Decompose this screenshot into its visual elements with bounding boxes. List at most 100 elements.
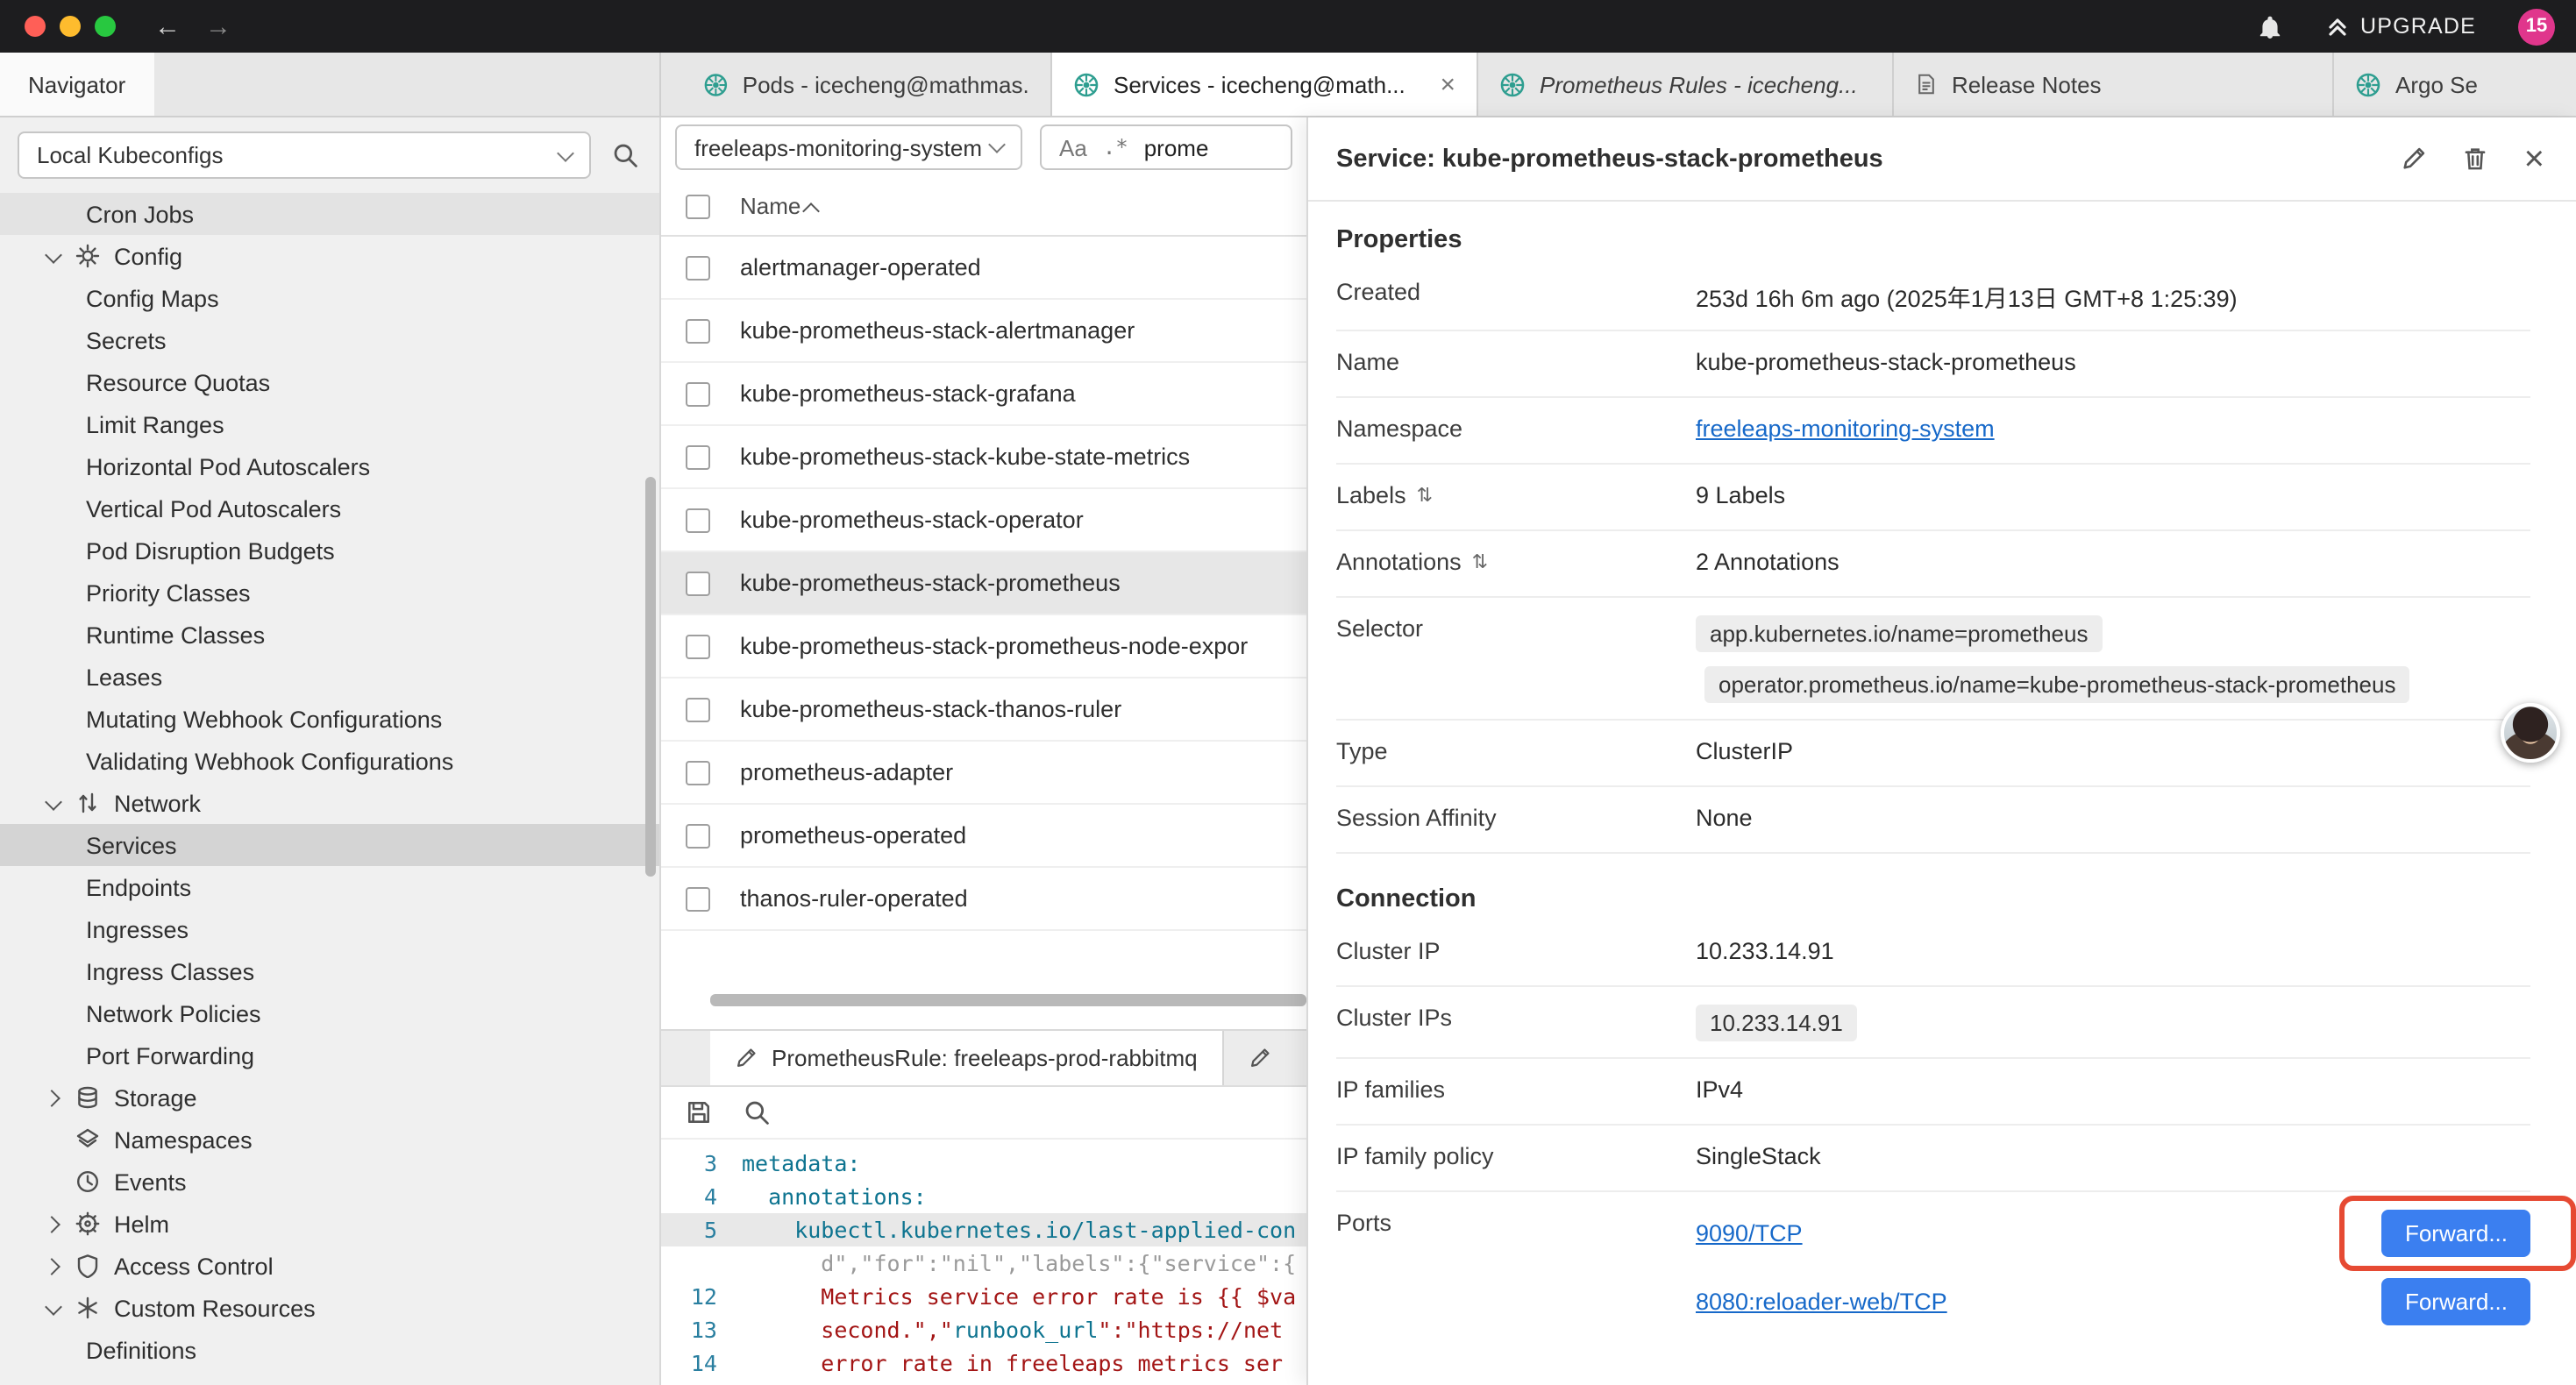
sidebar-item-label: Custom Resources <box>114 1295 316 1321</box>
sidebar-item-pod-disruption-budgets[interactable]: Pod Disruption Budgets <box>0 529 659 572</box>
sidebar-item-priority-classes[interactable]: Priority Classes <box>0 572 659 614</box>
name-column-header[interactable]: Name <box>740 193 816 219</box>
sidebar-item-access-control[interactable]: Access Control <box>0 1245 659 1287</box>
sidebar-item-validating-webhook-configurations[interactable]: Validating Webhook Configurations <box>0 740 659 782</box>
sidebar-item-config-maps[interactable]: Config Maps <box>0 277 659 319</box>
tab-argo[interactable]: Argo Se <box>2334 53 2576 116</box>
save-icon[interactable] <box>686 1099 712 1126</box>
tab-services[interactable]: Services - icecheng@math... × <box>1052 53 1478 116</box>
sidebar-item-port-forwarding[interactable]: Port Forwarding <box>0 1034 659 1076</box>
port-link-8080-reloader-web[interactable]: 8080:reloader-web/TCP <box>1696 1289 1947 1315</box>
user-avatar[interactable] <box>2501 703 2560 763</box>
sidebar-item-config[interactable]: Config <box>0 235 659 277</box>
dock-tab-prometheusrule[interactable]: PrometheusRule: freeleaps-prod-rabbitmq <box>710 1031 1224 1085</box>
sidebar-item-services[interactable]: Services <box>0 824 659 866</box>
tab-pods[interactable]: Pods - icecheng@mathmas... <box>682 53 1052 116</box>
service-row-prometheus-adapter[interactable]: prometheus-adapter <box>661 742 1306 805</box>
service-row-kube-prometheus-stack-prometheus-node-expor[interactable]: kube-prometheus-stack-prometheus-node-ex… <box>661 615 1306 678</box>
sidebar-item-ingress-classes[interactable]: Ingress Classes <box>0 950 659 992</box>
sidebar-item-secrets[interactable]: Secrets <box>0 319 659 361</box>
row-checkbox[interactable] <box>686 508 710 532</box>
row-checkbox[interactable] <box>686 381 710 406</box>
row-checkbox[interactable] <box>686 318 710 343</box>
sidebar-item-horizontal-pod-autoscalers[interactable]: Horizontal Pod Autoscalers <box>0 445 659 487</box>
service-row-thanos-ruler-operated[interactable]: thanos-ruler-operated <box>661 868 1306 931</box>
property-row-ip-families: IP families IPv4 <box>1336 1059 2530 1126</box>
sidebar-item-network[interactable]: Network <box>0 782 659 824</box>
forward-button-8080[interactable]: Forward... <box>2382 1278 2530 1325</box>
sidebar-item-helm[interactable]: Helm <box>0 1203 659 1245</box>
service-row-kube-prometheus-stack-alertmanager[interactable]: kube-prometheus-stack-alertmanager <box>661 300 1306 363</box>
sidebar-item-definitions[interactable]: Definitions <box>0 1329 659 1371</box>
sidebar-scrollbar[interactable] <box>645 477 656 877</box>
forward-button[interactable]: → <box>205 13 231 39</box>
delete-button[interactable] <box>2463 146 2489 172</box>
sidebar-search-icon[interactable] <box>612 142 638 168</box>
zoom-window-button[interactable] <box>95 16 116 37</box>
table-search-input[interactable]: Aa .* prome <box>1040 124 1292 170</box>
match-case-toggle[interactable]: Aa <box>1059 134 1087 160</box>
horizontal-scrollbar[interactable] <box>710 994 1306 1006</box>
editor-search-icon[interactable] <box>744 1099 770 1126</box>
notification-count-badge[interactable]: 15 <box>2518 8 2555 45</box>
sidebar-item-storage[interactable]: Storage <box>0 1076 659 1119</box>
tab-prometheus-rules[interactable]: Prometheus Rules - icecheng... <box>1478 53 1894 116</box>
kubeconfig-selector[interactable]: Local Kubeconfigs <box>18 131 591 179</box>
chevron-down-icon[interactable] <box>46 1300 61 1316</box>
sidebar-item-cron-jobs[interactable]: Cron Jobs <box>0 193 659 235</box>
close-window-button[interactable] <box>25 16 46 37</box>
row-checkbox[interactable] <box>686 823 710 848</box>
row-checkbox[interactable] <box>686 571 710 595</box>
close-tab-icon[interactable]: × <box>1429 69 1455 99</box>
service-row-prometheus-operated[interactable]: prometheus-operated <box>661 805 1306 868</box>
sidebar-item-vertical-pod-autoscalers[interactable]: Vertical Pod Autoscalers <box>0 487 659 529</box>
expand-toggle-icon[interactable]: ⇅ <box>1417 484 1433 507</box>
close-drawer-button[interactable]: × <box>2524 141 2544 176</box>
chevron-down-icon[interactable] <box>46 795 61 811</box>
chevron-right-icon[interactable] <box>46 1090 61 1105</box>
sidebar-item-events[interactable]: Events <box>0 1161 659 1203</box>
service-row-kube-prometheus-stack-prometheus[interactable]: kube-prometheus-stack-prometheus <box>661 552 1306 615</box>
sidebar-item-network-policies[interactable]: Network Policies <box>0 992 659 1034</box>
sidebar-item-runtime-classes[interactable]: Runtime Classes <box>0 614 659 656</box>
namespace-selector[interactable]: freeleaps-monitoring-system <box>675 124 1022 170</box>
port-link-9090[interactable]: 9090/TCP <box>1696 1220 1803 1246</box>
service-row-kube-prometheus-stack-thanos-ruler[interactable]: kube-prometheus-stack-thanos-ruler <box>661 678 1306 742</box>
sidebar-item-ingresses[interactable]: Ingresses <box>0 908 659 950</box>
notifications-bell-icon[interactable] <box>2257 13 2283 39</box>
service-row-alertmanager-operated[interactable]: alertmanager-operated <box>661 237 1306 300</box>
back-button[interactable]: ← <box>154 13 181 39</box>
dock-tab-partial[interactable] <box>1224 1031 1296 1085</box>
sidebar-item-mutating-webhook-configurations[interactable]: Mutating Webhook Configurations <box>0 698 659 740</box>
select-all-checkbox[interactable] <box>686 194 710 218</box>
upgrade-button[interactable]: UPGRADE <box>2325 14 2476 39</box>
sidebar-item-label: Network Policies <box>86 1000 261 1026</box>
sidebar-item-custom-resources[interactable]: Custom Resources <box>0 1287 659 1329</box>
sidebar-item-leases[interactable]: Leases <box>0 656 659 698</box>
chevron-right-icon[interactable] <box>46 1258 61 1274</box>
sidebar-item-endpoints[interactable]: Endpoints <box>0 866 659 908</box>
sidebar-item-resource-quotas[interactable]: Resource Quotas <box>0 361 659 403</box>
row-checkbox[interactable] <box>686 255 710 280</box>
sidebar-item-limit-ranges[interactable]: Limit Ranges <box>0 403 659 445</box>
yaml-editor[interactable]: 3metadata:4annotations:5kubectl.kubernet… <box>661 1140 1306 1380</box>
row-checkbox[interactable] <box>686 634 710 658</box>
row-checkbox[interactable] <box>686 886 710 911</box>
expand-toggle-icon[interactable]: ⇅ <box>1472 550 1488 573</box>
service-row-kube-prometheus-stack-kube-state-metrics[interactable]: kube-prometheus-stack-kube-state-metrics <box>661 426 1306 489</box>
service-row-kube-prometheus-stack-grafana[interactable]: kube-prometheus-stack-grafana <box>661 363 1306 426</box>
minimize-window-button[interactable] <box>60 16 81 37</box>
row-checkbox[interactable] <box>686 697 710 721</box>
drawer-header: Service: kube-prometheus-stack-prometheu… <box>1308 117 2576 202</box>
row-checkbox[interactable] <box>686 444 710 469</box>
forward-button-9090[interactable]: Forward... <box>2382 1210 2530 1257</box>
sidebar-item-namespaces[interactable]: Namespaces <box>0 1119 659 1161</box>
edit-button[interactable] <box>2402 146 2428 172</box>
row-checkbox[interactable] <box>686 760 710 785</box>
service-row-kube-prometheus-stack-operator[interactable]: kube-prometheus-stack-operator <box>661 489 1306 552</box>
chevron-down-icon[interactable] <box>46 248 61 264</box>
regex-toggle[interactable]: .* <box>1103 135 1128 160</box>
chevron-right-icon[interactable] <box>46 1216 61 1232</box>
tab-release-notes[interactable]: Release Notes <box>1894 53 2334 116</box>
namespace-link[interactable]: freeleaps-monitoring-system <box>1696 416 1995 442</box>
